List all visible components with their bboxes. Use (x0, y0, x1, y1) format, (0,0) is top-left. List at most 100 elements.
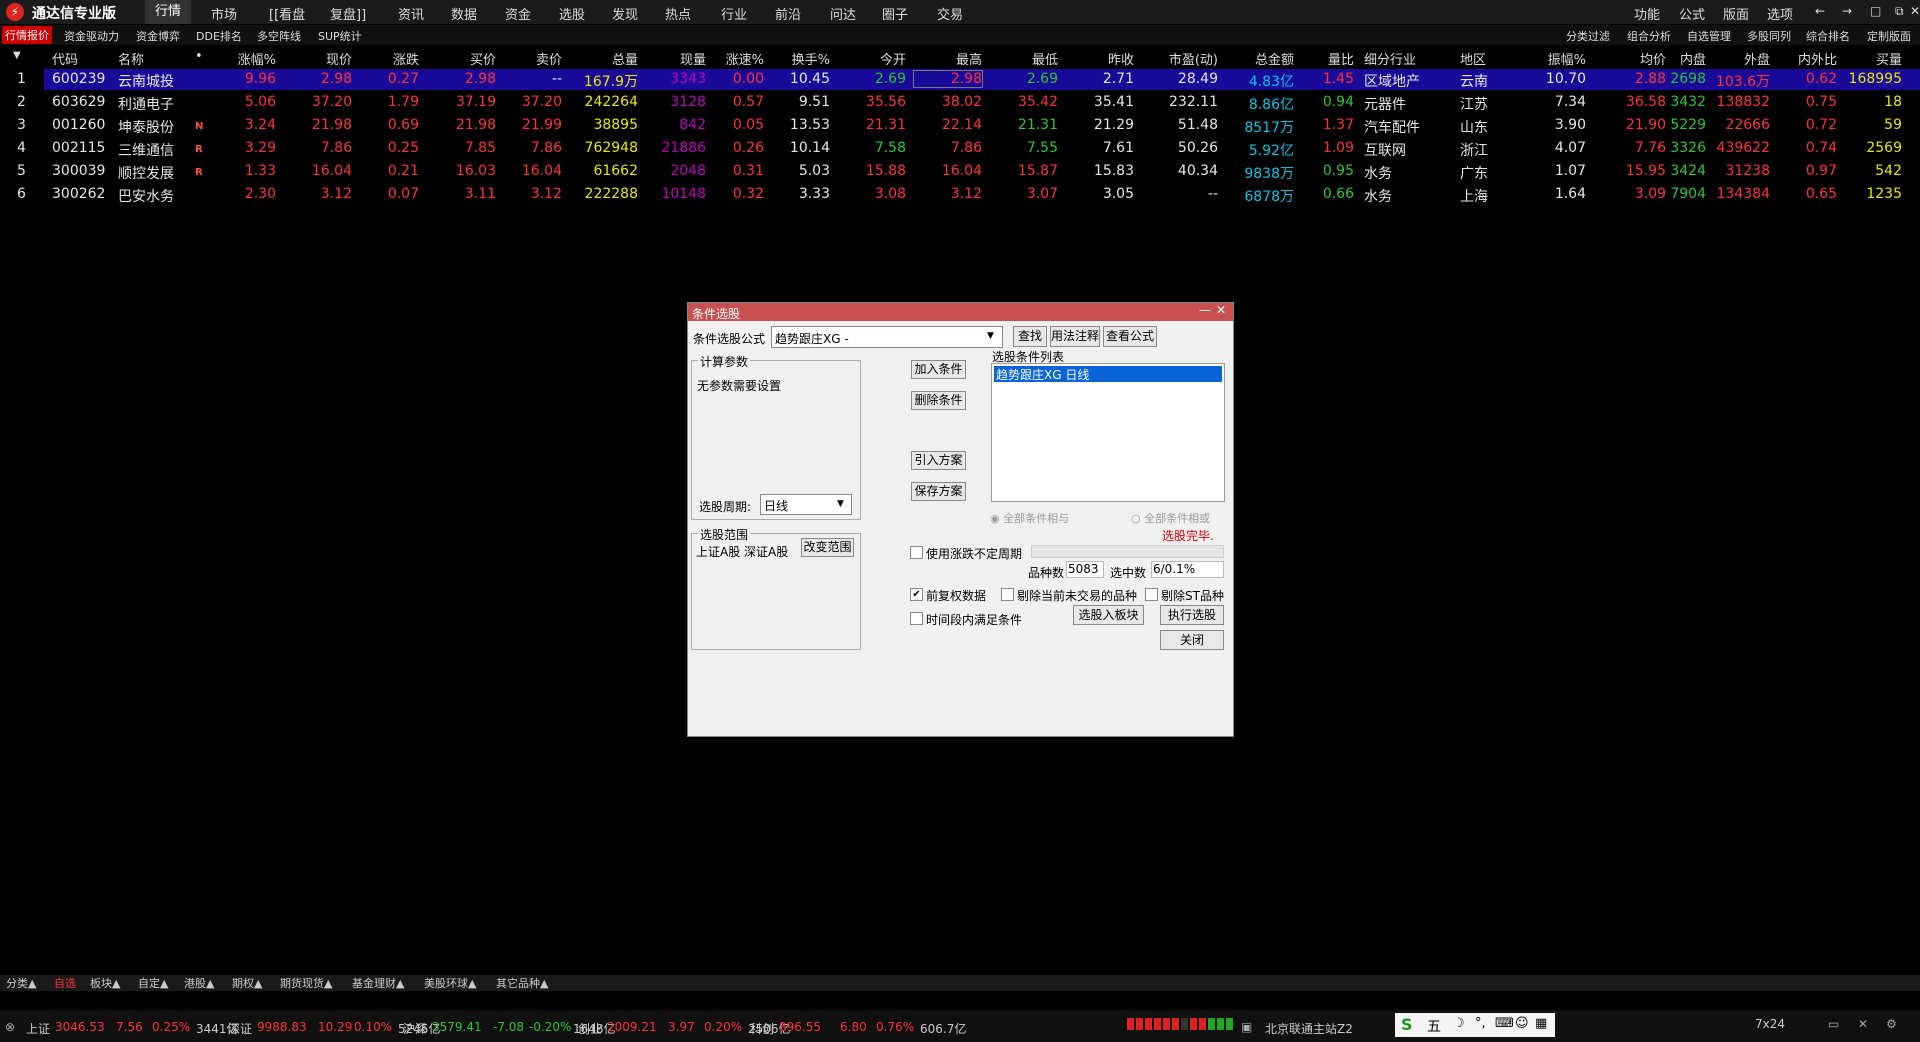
col-header-bidvol[interactable]: 买量 (1840, 49, 1902, 68)
col-header-amp[interactable]: 振幅% (1516, 49, 1586, 68)
menu-item-6[interactable]: 资金 (505, 4, 531, 23)
bottom-tab-8[interactable]: 美股环球▲ (424, 975, 476, 991)
to-block-button[interactable]: 选股入板块 (1073, 605, 1144, 625)
subtab-4[interactable]: 多空阵线 (257, 28, 301, 44)
col-header-name[interactable]: 名称 (118, 49, 188, 68)
right-menu-0[interactable]: 功能 (1634, 4, 1660, 23)
condition-list[interactable]: 趋势跟庄XG 日线 (991, 363, 1225, 502)
formula-select[interactable]: 趋势跟庄XG - ▼ (771, 326, 1003, 348)
col-header-vr[interactable]: 量比 (1298, 49, 1354, 68)
use-period-checkbox[interactable] (910, 546, 923, 559)
close-button[interactable]: 关闭 (1160, 630, 1224, 650)
subtab-3[interactable]: DDE排名 (196, 28, 242, 44)
col-header-low[interactable]: 最低 (990, 49, 1058, 68)
col-header-amt[interactable]: 总金额 (1224, 49, 1294, 68)
col-header-prev[interactable]: 昨收 (1064, 49, 1134, 68)
bottom-tab-1[interactable]: 自选 (54, 975, 76, 991)
col-header-outer[interactable]: 外盘 (1712, 49, 1770, 68)
delete-condition-button[interactable]: 删除条件 (911, 391, 966, 410)
col-header-code[interactable]: 代码 (52, 49, 106, 68)
right-subtab-1[interactable]: 组合分析 (1627, 28, 1671, 44)
col-header-flag[interactable]: • (195, 49, 211, 64)
menu-item-4[interactable]: 资讯 (398, 4, 424, 23)
minimize-icon[interactable]: □ (1870, 4, 1881, 18)
forward-icon[interactable]: → (1842, 4, 1852, 18)
find-button[interactable]: 查找 (1013, 326, 1047, 347)
import-plan-button[interactable]: 引入方案 (911, 451, 966, 470)
menu-item-9[interactable]: 热点 (665, 4, 691, 23)
close-status-icon[interactable]: ⊗ (5, 1020, 15, 1034)
close-icon[interactable]: ✕ (1910, 4, 1920, 18)
col-header-bid[interactable]: 买价 (430, 49, 496, 68)
minimize-icon[interactable]: — (1199, 303, 1211, 317)
col-header-turn[interactable]: 换手% (772, 49, 830, 68)
sort-arrow-icon[interactable]: ▼ (13, 50, 21, 61)
menu-item-11[interactable]: 前沿 (775, 4, 801, 23)
menu-item-3[interactable]: 复盘]] (330, 4, 366, 23)
bottom-tab-7[interactable]: 基金理财▲ (352, 975, 404, 991)
subtab-0[interactable]: 行情报价 (2, 26, 52, 44)
right-menu-3[interactable]: 选项 (1767, 4, 1793, 23)
rm-st-checkbox[interactable] (1145, 588, 1158, 601)
bottom-tab-9[interactable]: 其它品种▲ (496, 975, 548, 991)
server-name[interactable]: 北京联通主站Z2 (1265, 1020, 1353, 1037)
right-menu-2[interactable]: 版面 (1723, 4, 1749, 23)
right-subtab-4[interactable]: 综合排名 (1806, 28, 1850, 44)
menu-item-13[interactable]: 圈子 (882, 4, 908, 23)
restore-icon[interactable]: ⧉ (1895, 4, 1904, 19)
right-subtab-0[interactable]: 分类过滤 (1566, 28, 1610, 44)
col-header-pe[interactable]: 市盈(动) (1140, 49, 1218, 68)
menu-item-8[interactable]: 发现 (612, 4, 638, 23)
back-icon[interactable]: ← (1815, 4, 1825, 18)
run-select-button[interactable]: 执行选股 (1160, 605, 1224, 625)
mute-icon[interactable]: ✕ (1858, 1017, 1868, 1031)
bottom-tab-0[interactable]: 分类▲ (6, 975, 36, 991)
bottom-tab-3[interactable]: 自定▲ (138, 975, 168, 991)
fq-checkbox[interactable]: ✔ (910, 588, 923, 601)
view-formula-button[interactable]: 查看公式 (1103, 326, 1157, 347)
col-header-cur[interactable]: 现量 (646, 49, 706, 68)
menu-item-7[interactable]: 选股 (559, 4, 585, 23)
col-header-ind[interactable]: 细分行业 (1364, 49, 1439, 68)
bottom-tab-2[interactable]: 板块▲ (90, 975, 120, 991)
menu-item-12[interactable]: 问达 (830, 4, 856, 23)
col-header-open[interactable]: 今开 (838, 49, 906, 68)
period-cond-checkbox[interactable] (910, 612, 923, 625)
bottom-tab-6[interactable]: 期货现货▲ (280, 975, 332, 991)
right-subtab-2[interactable]: 自选管理 (1687, 28, 1731, 44)
close-icon[interactable]: ✕ (1216, 303, 1226, 317)
bottom-tab-4[interactable]: 港股▲ (184, 975, 214, 991)
radio-or[interactable]: ○ 全部条件相或 (1131, 510, 1210, 526)
subtab-1[interactable]: 资金驱动力 (64, 28, 119, 44)
radio-and[interactable]: ◉ 全部条件相与 (990, 510, 1069, 526)
right-menu-1[interactable]: 公式 (1679, 4, 1705, 23)
right-subtab-3[interactable]: 多股同列 (1747, 28, 1791, 44)
col-header-chg[interactable]: 涨跌 (358, 49, 419, 68)
menu-item-0[interactable]: 行情 (145, 0, 192, 24)
menu-item-2[interactable]: [[看盘 (269, 4, 305, 23)
col-header-avg[interactable]: 均价 (1594, 49, 1666, 68)
menu-item-14[interactable]: 交易 (937, 4, 963, 23)
col-header-speed[interactable]: 涨速% (710, 49, 764, 68)
right-subtab-5[interactable]: 定制版面 (1867, 28, 1911, 44)
menu-item-5[interactable]: 数据 (451, 4, 477, 23)
usage-button[interactable]: 用法注释 (1050, 326, 1100, 347)
save-plan-button[interactable]: 保存方案 (911, 482, 966, 501)
col-header-inner[interactable]: 内盘 (1668, 49, 1706, 68)
period-select[interactable]: 日线 ▼ (760, 494, 852, 515)
col-header-vol[interactable]: 总量 (570, 49, 638, 68)
rm-notrade-checkbox[interactable] (1001, 588, 1014, 601)
add-condition-button[interactable]: 加入条件 (911, 360, 966, 379)
condition-list-item[interactable]: 趋势跟庄XG 日线 (994, 366, 1222, 382)
ime-bar[interactable]: S 五 ☽ °, ⌨ ☺ ▦ (1395, 1013, 1555, 1037)
subtab-2[interactable]: 资金博弈 (136, 28, 180, 44)
col-header-price[interactable]: 现价 (288, 49, 352, 68)
menu-item-10[interactable]: 行业 (721, 4, 747, 23)
col-header-ask[interactable]: 卖价 (500, 49, 562, 68)
settings-icon[interactable]: ⚙ (1886, 1017, 1897, 1031)
bottom-tab-5[interactable]: 期权▲ (232, 975, 262, 991)
col-header-high[interactable]: 最高 (914, 49, 982, 68)
col-header-pct[interactable]: 涨幅% (218, 49, 276, 68)
col-header-region[interactable]: 地区 (1460, 49, 1500, 68)
subtab-5[interactable]: SUP统计 (318, 28, 362, 44)
